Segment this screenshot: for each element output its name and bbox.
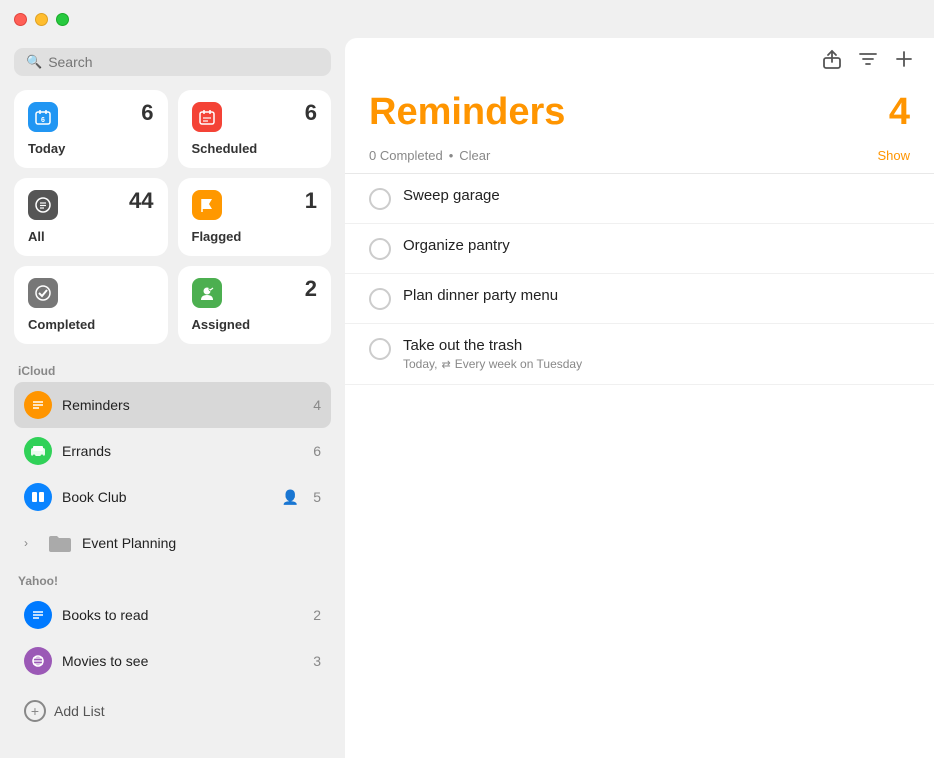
add-list-icon: + [24,700,46,722]
search-input[interactable] [48,54,319,70]
scheduled-count: 6 [305,102,317,124]
assigned-count: 2 [305,278,317,300]
svg-text:6: 6 [41,117,45,124]
search-bar[interactable]: 🔍 [14,48,331,76]
fullscreen-button[interactable] [56,13,69,26]
list-item-eventplanning[interactable]: › Event Planning [14,520,331,566]
add-list-label: Add List [54,703,105,719]
all-icon [28,190,58,220]
title-bar [0,0,934,38]
search-icon: 🔍 [26,54,42,70]
errands-label: Errands [62,443,303,459]
traffic-lights [14,13,69,26]
bookclub-shared-icon: 👤 [282,489,299,506]
bookstoread-count: 2 [313,607,321,623]
today-label: Today [28,141,154,156]
icloud-header: iCloud [14,364,331,378]
flagged-count: 1 [305,190,317,212]
scheduled-label: Scheduled [192,141,318,156]
reminder-item-trash: Take out the trash Today, ⇄ Every week o… [345,324,934,385]
bookclub-count: 5 [313,489,321,505]
bookclub-icon [24,483,52,511]
reminders-label: Reminders [62,397,303,413]
list-item-bookstoread[interactable]: Books to read 2 [14,592,331,638]
list-item-moviestosee[interactable]: Movies to see 3 [14,638,331,684]
reminder-title-trash: Take out the trash [403,337,522,354]
main-count: 4 [889,91,910,134]
trash-subtitle-repeat: Every week on Tuesday [455,357,582,371]
category-tile-flagged[interactable]: 1 Flagged [178,178,332,256]
reminder-item-plan: Plan dinner party menu [345,274,934,324]
flagged-label: Flagged [192,229,318,244]
repeat-icon: ⇄ [441,358,450,371]
categories-grid: 6 6 Today [14,90,331,344]
list-item-bookclub[interactable]: Book Club 👤 5 [14,474,331,520]
reminder-subtitle-trash: Today, ⇄ Every week on Tuesday [403,357,910,371]
reminders-count: 4 [313,397,321,413]
main-content: Reminders 4 0 Completed • Clear Show Swe… [345,38,934,758]
chevron-right-icon: › [24,536,38,550]
bookstoread-label: Books to read [62,607,303,623]
reminder-item-organize: Organize pantry [345,224,934,274]
errands-count: 6 [313,443,321,459]
moviestosee-count: 3 [313,653,321,669]
completed-text: 0 Completed [369,148,443,163]
category-tile-scheduled[interactable]: 6 Scheduled [178,90,332,168]
reminders-list: Sweep garage Organize pantry Plan dinner… [345,174,934,758]
sort-button[interactable] [858,50,878,73]
add-list-button[interactable]: + Add List [14,690,331,732]
main-header: Reminders 4 [345,85,934,144]
eventplanning-label: Event Planning [82,535,321,551]
completed-icon [28,278,58,308]
all-label: All [28,229,154,244]
show-button[interactable]: Show [877,148,910,163]
share-button[interactable] [822,48,842,75]
completed-label: Completed [28,317,154,332]
reminder-title-plan: Plan dinner party menu [403,287,558,304]
yahoo-header: Yahoo! [14,574,331,588]
errands-icon [24,437,52,465]
flagged-icon [192,190,222,220]
category-tile-assigned[interactable]: 2 Assigned [178,266,332,344]
reminder-checkbox-sweep[interactable] [369,188,391,210]
sidebar: 🔍 6 6 Today [0,38,345,758]
category-tile-completed[interactable]: Completed [14,266,168,344]
main-toolbar [345,38,934,85]
reminder-item-sweep: Sweep garage [345,174,934,224]
assigned-icon [192,278,222,308]
reminder-checkbox-plan[interactable] [369,288,391,310]
dot-separator: • [449,148,454,163]
main-title: Reminders [369,91,565,134]
reminder-title-organize: Organize pantry [403,237,510,254]
reminders-icon [24,391,52,419]
list-item-reminders[interactable]: Reminders 4 [14,382,331,428]
moviestosee-icon [24,647,52,675]
category-tile-today[interactable]: 6 6 Today [14,90,168,168]
list-item-errands[interactable]: Errands 6 [14,428,331,474]
bookclub-label: Book Club [62,489,272,505]
trash-subtitle-today: Today, [403,357,437,371]
app-container: 🔍 6 6 Today [0,38,934,758]
bookstoread-icon [24,601,52,629]
folder-icon [46,529,74,557]
minimize-button[interactable] [35,13,48,26]
today-icon: 6 [28,102,58,132]
clear-button[interactable]: Clear [459,148,490,163]
close-button[interactable] [14,13,27,26]
moviestosee-label: Movies to see [62,653,303,669]
category-tile-all[interactable]: 44 All [14,178,168,256]
scheduled-icon [192,102,222,132]
reminder-title-sweep: Sweep garage [403,187,500,204]
reminder-checkbox-organize[interactable] [369,238,391,260]
assigned-label: Assigned [192,317,318,332]
completed-bar: 0 Completed • Clear Show [345,144,934,174]
all-count: 44 [129,190,153,212]
reminder-checkbox-trash[interactable] [369,338,391,360]
add-reminder-button[interactable] [894,49,914,74]
today-count: 6 [141,102,153,124]
